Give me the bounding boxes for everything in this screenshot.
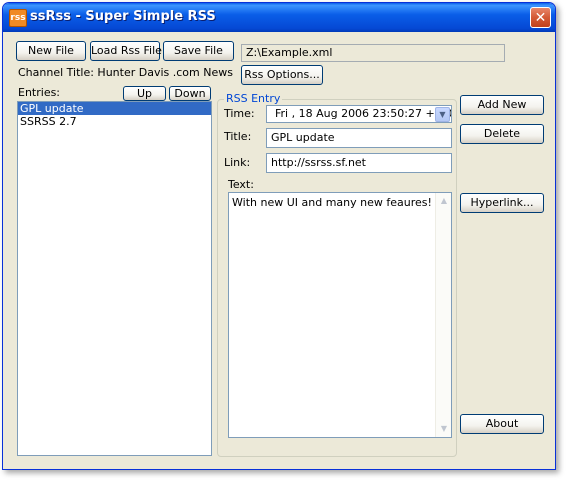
rss-entry-group-title: RSS Entry [224,92,283,105]
down-button[interactable]: Down [169,86,211,101]
save-file-button[interactable]: Save File [163,41,234,61]
text-label: Text: [228,178,254,191]
client-area: New File Load Rss File Save File Z:\Exam… [6,32,552,466]
up-button[interactable]: Up [123,86,166,101]
text-area-content: With new UI and many new feaures! [232,196,432,209]
channel-title-label: Channel Title: Hunter Davis .com News [18,66,233,79]
hyperlink-button[interactable]: Hyperlink... [460,193,544,213]
text-area[interactable]: With new UI and many new feaures! ▲ ▼ [228,192,452,438]
title-bar[interactable]: rss ssRss - Super Simple RSS ✕ [3,3,555,32]
list-item[interactable]: SSRSS 2.7 [18,115,211,128]
load-rss-file-button[interactable]: Load Rss File [90,41,162,61]
link-label: Link: [224,156,251,169]
time-label: Time: [224,107,255,120]
close-icon: ✕ [534,10,547,26]
title-input[interactable]: GPL update [266,128,452,148]
new-file-button[interactable]: New File [16,41,86,61]
rss-options-button[interactable]: Rss Options... [241,65,323,85]
rss-app-icon: rss [9,9,27,27]
chevron-down-icon[interactable]: ▼ [435,107,450,122]
file-path-field: Z:\Example.xml [241,44,505,62]
delete-button[interactable]: Delete [460,124,544,144]
time-value: Fri , 18 Aug 2006 23:50:27 +0300 [275,107,452,120]
close-button[interactable]: ✕ [530,7,551,28]
link-input[interactable]: http://ssrss.sf.net [266,153,452,173]
entries-list[interactable]: GPL update SSRSS 2.7 [17,101,212,456]
scroll-up-icon[interactable]: ▲ [437,194,451,208]
scroll-down-icon[interactable]: ▼ [437,422,451,436]
time-combobox[interactable]: Fri , 18 Aug 2006 23:50:27 +0300 ▼ [266,105,452,123]
add-new-button[interactable]: Add New [460,95,544,115]
app-window: rss ssRss - Super Simple RSS ✕ New File … [2,2,556,470]
entries-label: Entries: [18,86,61,99]
title-label: Title: [224,130,252,143]
window-title: ssRss - Super Simple RSS [30,9,216,24]
vertical-scrollbar[interactable]: ▲ ▼ [435,193,451,437]
list-item[interactable]: GPL update [18,102,211,115]
about-button[interactable]: About [460,414,544,434]
